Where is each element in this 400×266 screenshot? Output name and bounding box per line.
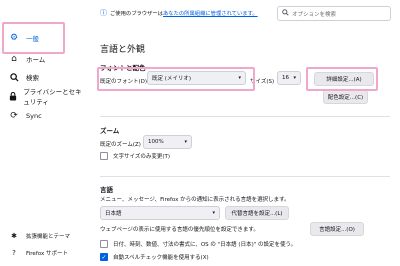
section-divider — [100, 116, 390, 117]
sidebar-item-general[interactable]: ⚙ 一般 — [8, 30, 39, 46]
checkbox-label: 自動スペルチェック機能を使用する(X) — [113, 255, 209, 261]
info-icon: ⓘ — [100, 9, 107, 17]
text-only-zoom-checkbox[interactable]: 文字サイズのみ変更(T) — [100, 152, 170, 160]
sidebar-item-sync[interactable]: ⟳ Sync — [8, 108, 42, 124]
chevron-down-icon: ▾ — [184, 139, 187, 145]
sidebar-item-label: Sync — [26, 112, 42, 120]
language-select[interactable]: 日本語 ▾ — [100, 206, 220, 220]
colors-button[interactable]: 配色設定...(C) — [323, 90, 368, 104]
language-heading: 言語 — [100, 186, 113, 194]
checkbox-label: 文字サイズのみ変更(T) — [113, 154, 170, 160]
alternative-languages-button[interactable]: 代替言語を設定...(L) — [225, 206, 289, 220]
page-title: 言語と外観 — [100, 45, 146, 55]
search-input[interactable]: オプションを検索 — [277, 6, 391, 21]
notice-text: ご使用のブラウザーは — [110, 11, 163, 17]
checkbox-label: 日付、時刻、数値、寸法の書式に、OS の "日本語 (日本)" の設定を使う。 — [113, 242, 297, 248]
regional-format-checkbox[interactable]: 日付、時刻、数値、寸法の書式に、OS の "日本語 (日本)" の設定を使う。 — [100, 240, 296, 248]
sidebar-item-label: 検索 — [26, 74, 39, 82]
sidebar-item-addons[interactable]: ✱ 拡張機能とテーマ — [8, 232, 70, 240]
search-icon — [8, 72, 20, 82]
checkbox-box[interactable] — [100, 240, 108, 248]
sidebar-item-label: Firefox サポート — [26, 251, 68, 257]
help-icon: ? — [12, 249, 16, 257]
sidebar-item-privacy[interactable]: プライバシーとセキュリティ — [8, 88, 88, 106]
notice-link[interactable]: あなたの所属組織に管理されています。 — [163, 9, 258, 17]
default-zoom-label: 既定のズーム(Z) — [100, 142, 141, 148]
language-value: 日本語 — [105, 211, 122, 217]
search-placeholder: オプションを検索 — [292, 11, 337, 18]
webpage-language-description: ウェブページの表示に使用する言語の優先順位を設定できます。 — [100, 227, 259, 233]
sidebar-item-support[interactable]: ? Firefox サポート — [8, 249, 68, 257]
chevron-down-icon: ▾ — [212, 210, 215, 216]
section-divider — [100, 176, 390, 177]
size-value: 16 — [282, 75, 289, 81]
gear-icon: ⚙ — [9, 33, 19, 43]
language-description: メニュー、メッセージ、Firefox からの通知に表示される言語を選択します。 — [100, 197, 290, 203]
home-icon: ⌂ — [11, 54, 17, 64]
default-zoom-value: 100% — [148, 139, 164, 145]
chevron-down-icon: ▾ — [238, 75, 241, 81]
checkbox-box[interactable] — [100, 152, 108, 160]
spellcheck-checkbox[interactable]: ✓ 自動スペルチェック機能を使用する(X) — [100, 253, 209, 261]
default-font-select[interactable]: 既定 (メイリオ) ▾ — [147, 71, 246, 85]
default-zoom-select[interactable]: 100% ▾ — [143, 135, 192, 149]
chevron-down-icon: ▾ — [293, 75, 296, 81]
advanced-fonts-button[interactable]: 詳細設定...(A) — [314, 72, 374, 86]
sidebar: ⚙ 一般 ⌂ ホーム 検索 プライバシーとセキュリティ ⟳ Sync ✱ 拡張機… — [0, 0, 88, 266]
lock-icon — [8, 91, 17, 101]
search-icon — [282, 9, 289, 18]
sidebar-item-label: ホーム — [26, 56, 46, 64]
size-label: サイズ(S) — [250, 79, 275, 85]
sidebar-item-label: 拡張機能とテーマ — [26, 234, 71, 240]
sidebar-item-label: 一般 — [26, 35, 39, 43]
sidebar-item-search[interactable]: 検索 — [8, 69, 39, 85]
choose-languages-button[interactable]: 言語設定...(O) — [310, 222, 364, 236]
sync-icon: ⟳ — [10, 111, 18, 121]
default-font-value: 既定 (メイリオ) — [152, 76, 192, 82]
sidebar-item-home[interactable]: ⌂ ホーム — [8, 51, 45, 67]
zoom-heading: ズーム — [100, 127, 120, 135]
checkbox-box[interactable]: ✓ — [100, 253, 108, 261]
default-font-label: 既定のフォント(D) — [100, 79, 148, 85]
puzzle-icon: ✱ — [11, 232, 17, 240]
fonts-heading: フォントと配色 — [100, 64, 146, 72]
size-select[interactable]: 16 ▾ — [277, 71, 301, 85]
managed-notice: ⓘ ご使用のブラウザーは あなたの所属組織に管理されています。 — [100, 8, 258, 18]
sidebar-item-label: プライバシーとセキュリティ — [23, 88, 82, 106]
